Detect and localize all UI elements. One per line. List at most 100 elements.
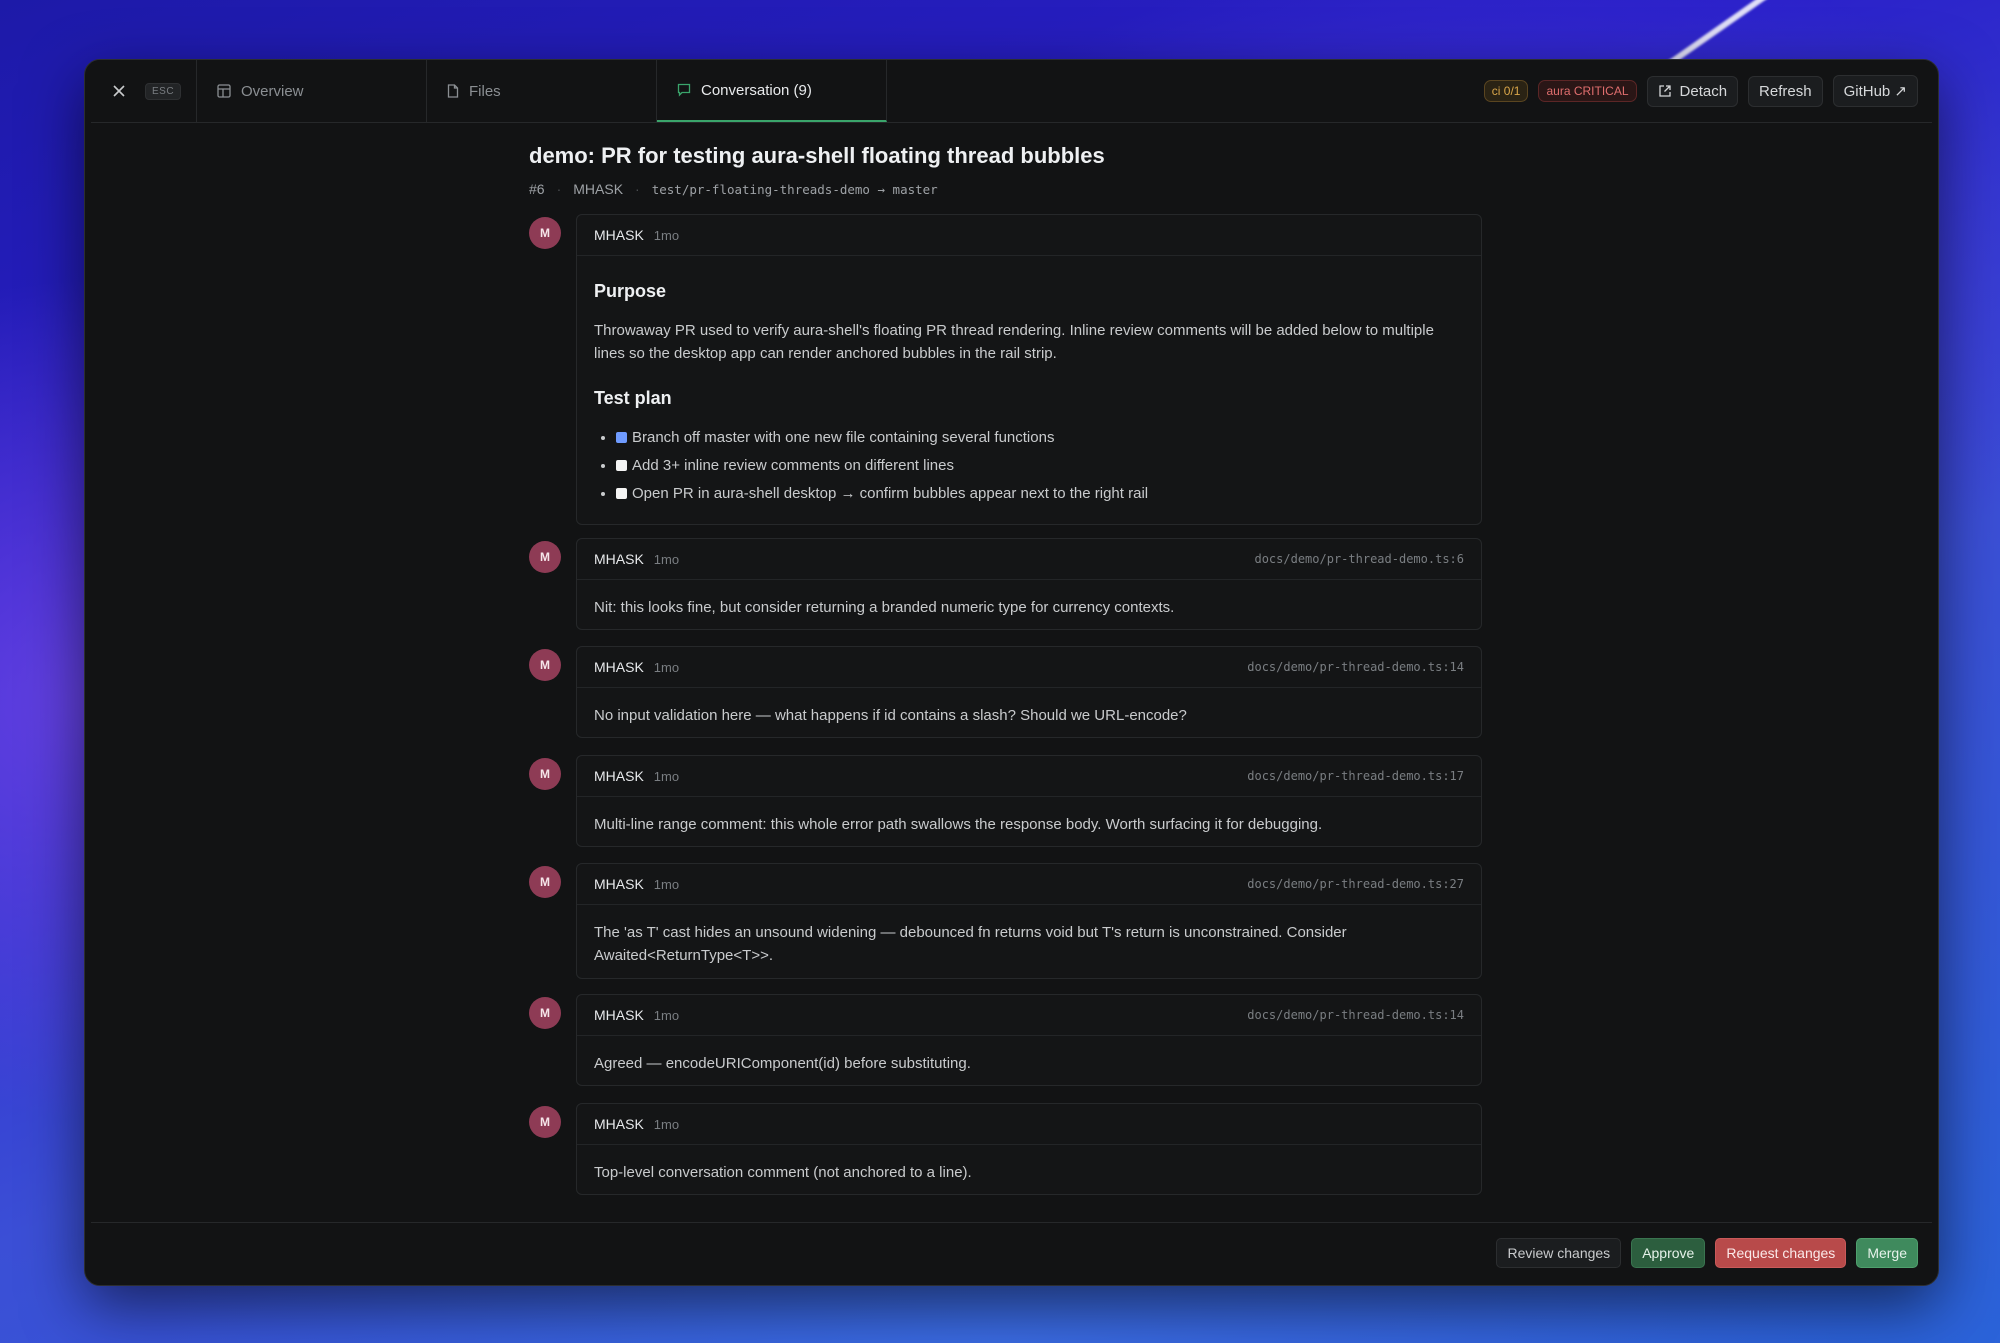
comment-file-link[interactable]: docs/demo/pr-thread-demo.ts:27 bbox=[1247, 877, 1464, 891]
comment-author: MHASK bbox=[594, 768, 644, 784]
tab-files-label: Files bbox=[469, 82, 501, 100]
avatar[interactable]: M bbox=[529, 1106, 561, 1138]
avatar[interactable]: M bbox=[529, 997, 561, 1029]
comment-body: Nit: this looks fine, but consider retur… bbox=[577, 580, 1481, 635]
comment-header: MHASK 1mo docs/demo/pr-thread-demo.ts:14 bbox=[577, 995, 1481, 1036]
comment-time: 1mo bbox=[653, 227, 680, 243]
comment-author: MHASK bbox=[594, 227, 644, 243]
approve-button[interactable]: Approve bbox=[1631, 1238, 1706, 1268]
review-comment-card: MHASK 1mo docs/demo/pr-thread-demo.ts:27… bbox=[576, 863, 1482, 979]
close-button[interactable]: ESC bbox=[91, 60, 197, 122]
comment-author: MHASK bbox=[594, 551, 644, 567]
refresh-label: Refresh bbox=[1759, 82, 1812, 100]
test-plan-heading: Test plan bbox=[594, 388, 672, 408]
external-window-icon bbox=[1658, 85, 1671, 97]
test-plan-list: Branch off master with one new file cont… bbox=[594, 426, 1464, 505]
comment-text: Nit: this looks fine, but consider retur… bbox=[594, 599, 1175, 616]
avatar[interactable]: M bbox=[529, 758, 561, 790]
list-item: Branch off master with one new file cont… bbox=[616, 426, 1464, 449]
comment-body: Purpose Throwaway PR used to verify aura… bbox=[577, 256, 1481, 526]
overview-icon bbox=[217, 84, 231, 98]
avatar[interactable]: M bbox=[529, 217, 561, 249]
detach-button[interactable]: Detach bbox=[1646, 75, 1739, 107]
checkbox-checked[interactable] bbox=[616, 432, 627, 443]
test-plan-item-text: Open PR in aura-shell desktop → confirm … bbox=[632, 485, 1149, 502]
conversation-pane: demo: PR for testing aura-shell floating… bbox=[85, 123, 1938, 1223]
close-icon bbox=[113, 85, 125, 97]
github-label: GitHub ↗ bbox=[1843, 83, 1907, 100]
pr-number: #6 bbox=[529, 181, 545, 197]
test-plan-item-text: Branch off master with one new file cont… bbox=[632, 429, 1055, 446]
separator-dot: · bbox=[556, 181, 562, 197]
tab-conversation[interactable]: Conversation (9) bbox=[657, 60, 887, 122]
refresh-button[interactable]: Refresh bbox=[1748, 75, 1823, 107]
comment-file-link[interactable]: docs/demo/pr-thread-demo.ts:14 bbox=[1247, 660, 1464, 674]
comment-time: 1mo bbox=[653, 1007, 680, 1023]
comment-text: Top-level conversation comment (not anch… bbox=[594, 1164, 972, 1181]
comment-author: MHASK bbox=[594, 1116, 644, 1132]
avatar[interactable]: M bbox=[529, 541, 561, 573]
comment-header: MHASK 1mo docs/demo/pr-thread-demo.ts:14 bbox=[577, 647, 1481, 688]
avatar[interactable]: M bbox=[529, 866, 561, 898]
separator-dot: · bbox=[635, 181, 640, 197]
esc-keycap: ESC bbox=[145, 82, 182, 100]
review-actions: Review changes Approve Request changes M… bbox=[1496, 1238, 1918, 1268]
review-comment-card: MHASK 1mo docs/demo/pr-thread-demo.ts:6 … bbox=[576, 538, 1482, 630]
list-item: Add 3+ inline review comments on differe… bbox=[616, 454, 1464, 477]
tab-conversation-label: Conversation (9) bbox=[701, 81, 812, 99]
comment-time: 1mo bbox=[653, 768, 680, 784]
comment-text: Agreed — encodeURIComponent(id) before s… bbox=[594, 1055, 971, 1072]
avatar[interactable]: M bbox=[529, 649, 561, 681]
comment-body: Agreed — encodeURIComponent(id) before s… bbox=[577, 1036, 1481, 1091]
github-button[interactable]: GitHub ↗ bbox=[1832, 75, 1918, 107]
comment-author: MHASK bbox=[594, 876, 644, 892]
comment-text: No input validation here — what happens … bbox=[594, 707, 1187, 724]
aura-status-badge[interactable]: aura CRITICAL bbox=[1538, 80, 1637, 102]
comment-text: The 'as T' cast hides an unsound widenin… bbox=[594, 924, 1347, 964]
comment-author: MHASK bbox=[594, 659, 644, 675]
comment-file-link[interactable]: docs/demo/pr-thread-demo.ts:14 bbox=[1247, 1008, 1464, 1022]
comment-body: Multi-line range comment: this whole err… bbox=[577, 797, 1481, 852]
checkbox-unchecked[interactable] bbox=[616, 488, 627, 499]
comment-time: 1mo bbox=[653, 659, 680, 675]
file-icon bbox=[447, 84, 459, 98]
purpose-text: Throwaway PR used to verify aura-shell's… bbox=[594, 322, 1434, 362]
comment-file-link[interactable]: docs/demo/pr-thread-demo.ts:6 bbox=[1254, 552, 1464, 566]
comment-body: Top-level conversation comment (not anch… bbox=[577, 1145, 1481, 1200]
comment-header: MHASK 1mo bbox=[577, 1104, 1481, 1145]
pr-branch: test/pr-floating-threads-demo → master bbox=[651, 181, 938, 197]
review-comment-card: MHASK 1mo docs/demo/pr-thread-demo.ts:14… bbox=[576, 994, 1482, 1086]
comment-time: 1mo bbox=[653, 876, 680, 892]
pr-review-window: ESC Overview Files Conversation (9) ci 0… bbox=[84, 59, 1939, 1286]
conversation-comment-card: MHASK 1mo Top-level conversation comment… bbox=[576, 1103, 1482, 1195]
comment-header: MHASK 1mo docs/demo/pr-thread-demo.ts:27 bbox=[577, 864, 1481, 905]
test-plan-item-text: Add 3+ inline review comments on differe… bbox=[632, 457, 954, 474]
toolbar-right: ci 0/1 aura CRITICAL Detach Refresh GitH… bbox=[1483, 60, 1918, 122]
list-item: Open PR in aura-shell desktop → confirm … bbox=[616, 482, 1464, 505]
review-action-bar: Review changes Approve Request changes M… bbox=[91, 1222, 1932, 1285]
request-changes-button[interactable]: Request changes bbox=[1715, 1238, 1847, 1268]
purpose-heading: Purpose bbox=[594, 281, 667, 301]
review-comment-card: MHASK 1mo docs/demo/pr-thread-demo.ts:17… bbox=[576, 755, 1482, 847]
pr-author: MHASK bbox=[573, 181, 624, 197]
chat-bubble-icon bbox=[677, 83, 691, 97]
detach-label: Detach bbox=[1679, 82, 1728, 100]
review-changes-button[interactable]: Review changes bbox=[1496, 1238, 1622, 1268]
comment-body: The 'as T' cast hides an unsound widenin… bbox=[577, 905, 1481, 983]
tab-overview-label: Overview bbox=[241, 82, 304, 100]
comment-header: MHASK 1mo bbox=[577, 215, 1481, 256]
comment-author: MHASK bbox=[594, 1007, 644, 1023]
comment-file-link[interactable]: docs/demo/pr-thread-demo.ts:17 bbox=[1247, 769, 1464, 783]
checkbox-unchecked[interactable] bbox=[616, 460, 627, 471]
comment-header: MHASK 1mo docs/demo/pr-thread-demo.ts:17 bbox=[577, 756, 1481, 797]
merge-button[interactable]: Merge bbox=[1856, 1238, 1918, 1268]
top-tab-bar: ESC Overview Files Conversation (9) ci 0… bbox=[91, 60, 1932, 123]
ci-status-badge[interactable]: ci 0/1 bbox=[1483, 80, 1529, 102]
review-comment-card: MHASK 1mo docs/demo/pr-thread-demo.ts:14… bbox=[576, 646, 1482, 738]
page-title: demo: PR for testing aura-shell floating… bbox=[529, 143, 1105, 168]
tab-files[interactable]: Files bbox=[427, 60, 657, 122]
pr-meta: #6 · MHASK · test/pr-floating-threads-de… bbox=[529, 181, 938, 197]
pr-description-card: MHASK 1mo Purpose Throwaway PR used to v… bbox=[576, 214, 1482, 525]
comment-time: 1mo bbox=[653, 1116, 680, 1132]
tab-overview[interactable]: Overview bbox=[197, 60, 427, 122]
